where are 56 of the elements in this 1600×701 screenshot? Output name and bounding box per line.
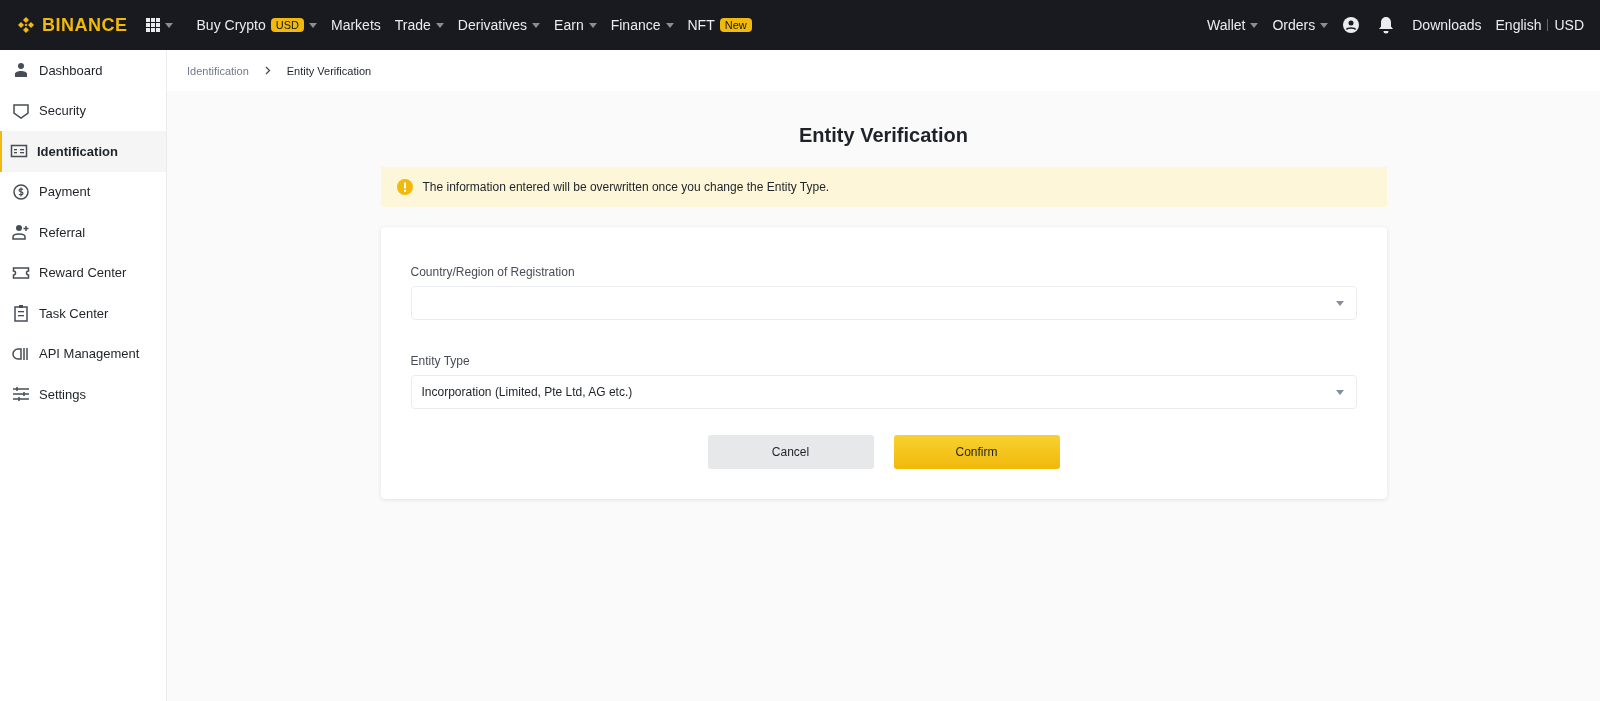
dropdown-field[interactable]	[410, 286, 1357, 320]
downloads-link[interactable]: Downloads	[1412, 17, 1482, 33]
language-selector[interactable]: English	[1495, 17, 1542, 33]
field-label: Country/Region of Registration	[410, 265, 576, 279]
warning-text: The information entered will be overwritten once you change the Entity Type.	[422, 180, 830, 194]
caret-icon	[1335, 389, 1344, 395]
logo-text[interactable]: BINANCE	[42, 14, 128, 36]
clipboard-icon	[12, 304, 30, 323]
nav-menu-item[interactable]: Finance	[610, 17, 661, 33]
nav-menu-item[interactable]: Markets	[331, 17, 381, 33]
nav-badge: New	[719, 18, 752, 32]
caret-icon	[435, 22, 444, 28]
page-title: Entity Verification	[799, 124, 968, 147]
person-plus-icon	[12, 223, 30, 242]
exclamation-icon	[396, 179, 413, 195]
nav-menu-item[interactable]: Orders	[1272, 17, 1316, 33]
grid-menu-icon[interactable]	[145, 18, 160, 32]
sidebar-item[interactable]: Task Center	[0, 293, 166, 334]
confirm-button[interactable]: Confirm	[893, 435, 1060, 469]
caret-icon	[1250, 22, 1259, 28]
sidebar-item[interactable]: Security	[0, 90, 166, 131]
nav-menu-item[interactable]: Derivatives	[457, 17, 528, 33]
nav-badge: USD	[270, 18, 304, 32]
nav-menu-item[interactable]: Earn	[554, 17, 584, 33]
nav-menu-item[interactable]: Buy Crypto	[196, 17, 266, 33]
nav-menu-item[interactable]: Trade	[394, 17, 431, 33]
caret-icon	[164, 22, 173, 28]
sidebar-item[interactable]: Reward Center	[0, 252, 166, 293]
caret-icon	[1320, 22, 1329, 28]
caret-icon	[1335, 300, 1344, 306]
sidebar-item[interactable]: Payment	[0, 171, 166, 212]
nav-menu-item[interactable]: Wallet	[1207, 17, 1246, 33]
person-icon	[12, 61, 30, 80]
bell-icon[interactable]	[1378, 16, 1395, 34]
sidebar-item[interactable]: Referral	[0, 212, 166, 253]
breadcrumb-link[interactable]: Identification	[187, 64, 249, 77]
nav-menu-item[interactable]: NFT	[687, 17, 715, 33]
caret-icon	[532, 22, 541, 28]
currency-selector[interactable]: USD	[1554, 17, 1584, 33]
sidebar-item[interactable]: Settings	[0, 374, 166, 415]
field-label: Entity Type	[410, 354, 471, 368]
dropdown-field[interactable]: Incorporation (Limited, Pte Ltd, AG etc.)	[410, 375, 1357, 409]
diamond-logo-icon	[16, 15, 36, 35]
sliders-icon	[12, 385, 30, 404]
shield-icon	[12, 101, 30, 120]
sidebar-item[interactable]: Identification	[0, 131, 166, 172]
sidebar-item[interactable]: Dashboard	[0, 50, 166, 91]
sidebar-item[interactable]: API Management	[0, 333, 166, 374]
dollar-coin-icon	[12, 182, 30, 201]
chevron-right-icon	[264, 66, 271, 75]
caret-icon	[665, 22, 674, 28]
caret-icon	[588, 22, 597, 28]
user-avatar-icon[interactable]	[1342, 16, 1361, 34]
caret-icon	[309, 22, 317, 28]
cancel-button[interactable]: Cancel	[707, 435, 874, 469]
breadcrumb-current: Entity Verification	[286, 64, 372, 77]
